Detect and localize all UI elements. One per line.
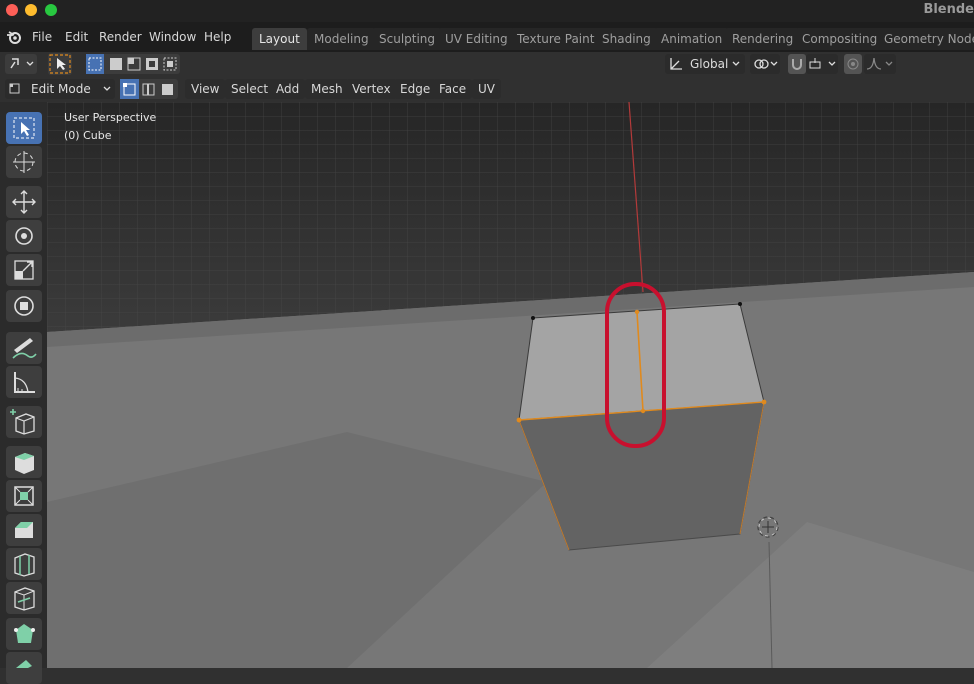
- inset-icon: [14, 486, 34, 506]
- bevel-icon: [15, 522, 33, 538]
- viewport-scene: [47, 102, 974, 668]
- top-menu-bar: File Edit Render Window Help Layout Mode…: [0, 22, 974, 52]
- header-menu-vertex[interactable]: Vertex: [346, 79, 397, 99]
- tab-animation[interactable]: Animation: [654, 28, 730, 50]
- measure-tool[interactable]: [6, 366, 42, 398]
- orientation-label: Global: [690, 57, 729, 71]
- viewport-header: Edit Mode View Select Add Mesh Vertex Ed…: [0, 76, 974, 102]
- left-toolbar: [0, 102, 47, 684]
- menu-help[interactable]: Help: [204, 30, 231, 44]
- move-icon: [12, 190, 36, 214]
- select-box-tool[interactable]: [6, 112, 42, 144]
- tab-texture-paint[interactable]: Texture Paint: [510, 28, 602, 50]
- mode-label: Edit Mode: [31, 82, 91, 96]
- selection-mode-group: [86, 54, 180, 74]
- minimize-window-button[interactable]: [25, 4, 37, 16]
- menu-render[interactable]: Render: [99, 30, 142, 44]
- tab-layout[interactable]: Layout: [252, 28, 307, 50]
- knife-tool[interactable]: [6, 582, 42, 614]
- header-menu-uv[interactable]: UV: [472, 79, 501, 99]
- rotate-tool[interactable]: [6, 220, 42, 252]
- cursor-tool[interactable]: [6, 146, 42, 178]
- header-menu-face[interactable]: Face: [433, 79, 473, 99]
- snap-toggle-icon[interactable]: [788, 54, 806, 74]
- extrude-icon: [15, 453, 34, 474]
- tab-compositing[interactable]: Compositing: [795, 28, 885, 50]
- mesh-select-mode-group: [120, 79, 178, 99]
- add-cube-tool[interactable]: [6, 406, 42, 438]
- close-window-button[interactable]: [6, 4, 18, 16]
- measure-icon: [14, 372, 35, 393]
- extrude-tool[interactable]: [6, 446, 42, 478]
- header-menu-edge[interactable]: Edge: [394, 79, 437, 99]
- header-menu-add[interactable]: Add: [270, 79, 306, 99]
- poly-build-tool[interactable]: [6, 618, 42, 650]
- scale-tool[interactable]: [6, 254, 42, 286]
- tab-geometry-nodes[interactable]: Geometry Nodes: [877, 28, 974, 50]
- cursor-icon: [13, 151, 35, 173]
- select-box-icon: [13, 117, 35, 139]
- header-menu-select[interactable]: Select: [225, 79, 275, 99]
- snap-target-dropdown[interactable]: [806, 54, 838, 74]
- loop-cut-icon: [14, 553, 35, 577]
- annotate-icon: [12, 338, 37, 359]
- tool-settings-bar: Global: [0, 52, 974, 76]
- viewport-object-label: (0) Cube: [64, 129, 112, 142]
- tab-shading[interactable]: Shading: [595, 28, 658, 50]
- tab-sculpting[interactable]: Sculpting: [372, 28, 443, 50]
- active-tool-icon[interactable]: [48, 53, 72, 75]
- knife-icon: [14, 587, 35, 611]
- transform-orientation-dropdown[interactable]: Global: [665, 54, 745, 74]
- tab-modeling[interactable]: Modeling: [307, 28, 376, 50]
- mode-dropdown[interactable]: Edit Mode: [5, 79, 115, 99]
- title-bar: Blende: [0, 0, 974, 22]
- viewport-perspective-label: User Perspective: [64, 111, 157, 124]
- menu-file[interactable]: File: [32, 30, 52, 44]
- proportional-editing-icon[interactable]: [844, 54, 862, 74]
- inset-tool[interactable]: [6, 480, 42, 512]
- transform-tool[interactable]: [6, 290, 42, 322]
- spin-icon: [16, 660, 32, 668]
- menu-window[interactable]: Window: [149, 30, 196, 44]
- transform-icon: [14, 296, 34, 316]
- move-tool[interactable]: [6, 186, 42, 218]
- add-cube-icon: [10, 409, 35, 435]
- header-menu-mesh[interactable]: Mesh: [305, 79, 349, 99]
- scale-icon: [14, 260, 34, 280]
- annotate-tool[interactable]: [6, 332, 42, 364]
- blender-logo-icon[interactable]: [6, 29, 22, 48]
- menu-edit[interactable]: Edit: [65, 30, 88, 44]
- falloff-dropdown[interactable]: [864, 54, 896, 74]
- loop-cut-tool[interactable]: [6, 548, 42, 580]
- tab-rendering[interactable]: Rendering: [725, 28, 801, 50]
- 3d-viewport[interactable]: User Perspective (0) Cube: [47, 102, 974, 668]
- app-title: Blende: [923, 2, 974, 17]
- tab-uv-editing[interactable]: UV Editing: [438, 28, 515, 50]
- editor-type-dropdown[interactable]: [5, 54, 37, 74]
- rotate-icon: [15, 227, 33, 245]
- maximize-window-button[interactable]: [45, 4, 57, 16]
- spin-tool[interactable]: [6, 652, 42, 684]
- poly-build-icon: [14, 624, 35, 643]
- pivot-point-dropdown[interactable]: [750, 54, 780, 74]
- header-menu-view[interactable]: View: [185, 79, 226, 99]
- bevel-tool[interactable]: [6, 514, 42, 546]
